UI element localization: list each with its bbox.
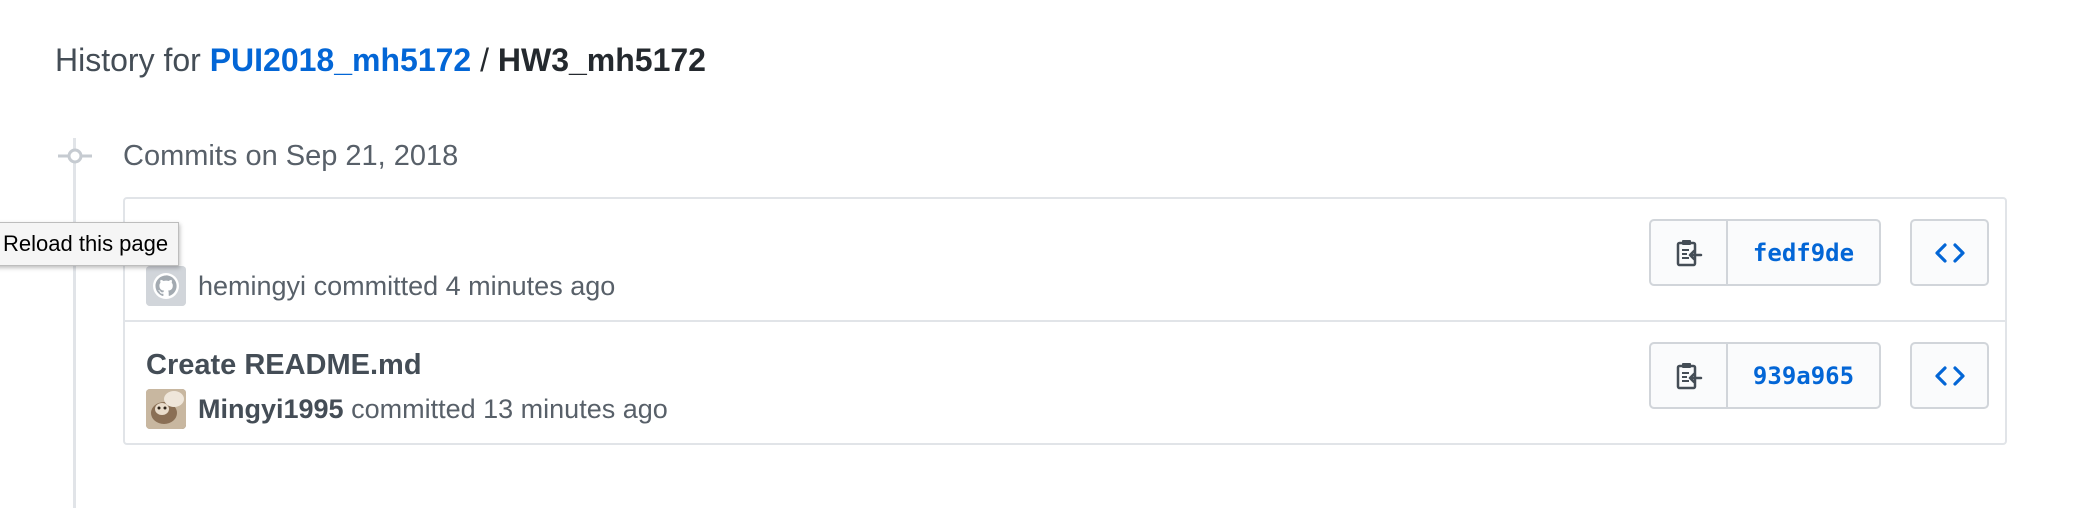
github-default-avatar-icon bbox=[146, 266, 186, 306]
clippy-icon bbox=[1676, 239, 1702, 266]
commit-author-link[interactable]: hemingyi bbox=[198, 271, 306, 301]
page-title: History for PUI2018_mh5172 / HW3_mh5172 bbox=[55, 36, 706, 84]
sha-button-group: 939a965 bbox=[1649, 342, 1881, 409]
timeline-line bbox=[73, 138, 76, 508]
commit-time: 4 minutes ago bbox=[445, 271, 616, 301]
path-separator: / bbox=[480, 42, 489, 78]
code-icon bbox=[1934, 365, 1965, 386]
avatar[interactable] bbox=[146, 266, 186, 306]
commit-row: Create README.md Mingyi1995 committed 13… bbox=[125, 322, 2005, 445]
reload-tooltip: Reload this page bbox=[0, 222, 180, 266]
commit-list: 4 hemingyi committed 4 minutes ago bbox=[123, 197, 2007, 445]
code-icon bbox=[1934, 242, 1965, 263]
commit-time: 13 minutes ago bbox=[483, 394, 668, 424]
avatar[interactable] bbox=[146, 389, 186, 429]
title-prefix: History for bbox=[55, 42, 201, 78]
user-photo-avatar-icon bbox=[146, 389, 186, 429]
commit-sha-link[interactable]: 939a965 bbox=[1728, 344, 1879, 407]
commit-row: 4 hemingyi committed 4 minutes ago bbox=[125, 199, 2005, 322]
sha-button-group: fedf9de bbox=[1649, 219, 1881, 286]
commit-author-link[interactable]: Mingyi1995 bbox=[198, 394, 344, 424]
commit-message-link[interactable]: Create README.md bbox=[146, 347, 422, 383]
commit-action: committed bbox=[313, 271, 439, 301]
copy-sha-button[interactable] bbox=[1651, 344, 1728, 407]
commit-meta: Mingyi1995 committed 13 minutes ago bbox=[198, 391, 668, 427]
commit-history-page: History for PUI2018_mh5172 / HW3_mh5172 … bbox=[0, 0, 2084, 508]
commits-date-heading: Commits on Sep 21, 2018 bbox=[123, 140, 459, 172]
clippy-icon bbox=[1676, 362, 1702, 389]
commit-sha-link[interactable]: fedf9de bbox=[1728, 221, 1879, 284]
browse-files-button[interactable] bbox=[1910, 219, 1989, 286]
browse-files-button[interactable] bbox=[1910, 342, 1989, 409]
git-commit-icon bbox=[58, 148, 92, 164]
commit-action: committed bbox=[351, 394, 476, 424]
copy-sha-button[interactable] bbox=[1651, 221, 1728, 284]
repo-link[interactable]: PUI2018_mh5172 bbox=[210, 42, 472, 78]
commit-meta: hemingyi committed 4 minutes ago bbox=[198, 268, 615, 304]
path-name: HW3_mh5172 bbox=[497, 42, 706, 78]
